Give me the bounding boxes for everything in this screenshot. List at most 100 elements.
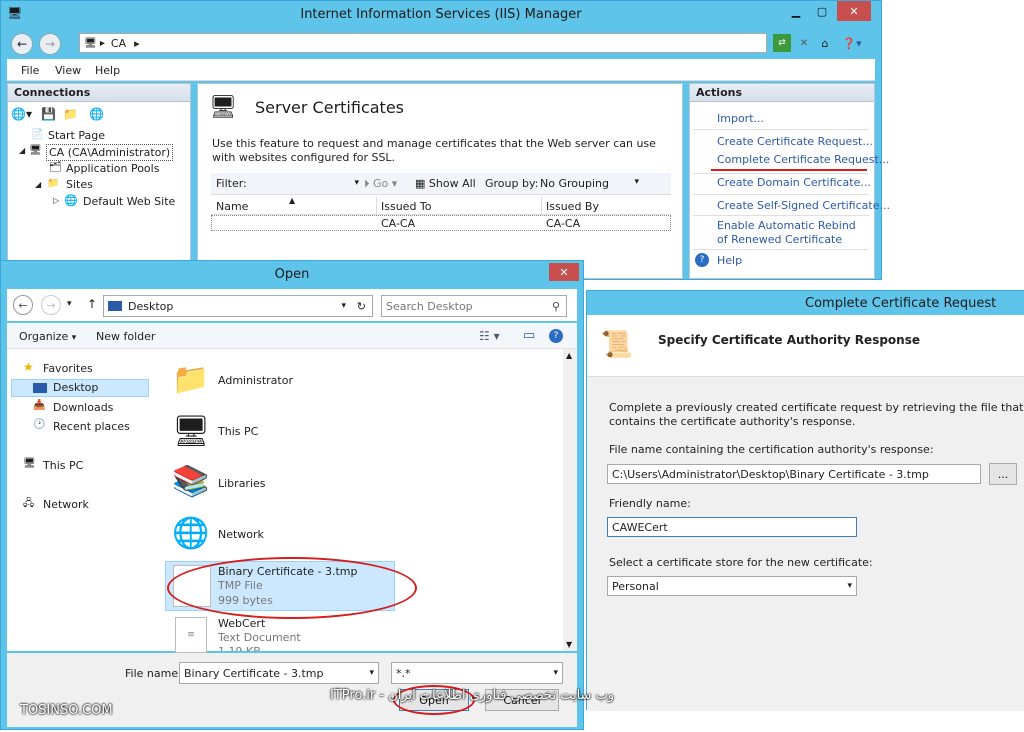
- item-webcert-name[interactable]: WebCert: [218, 617, 265, 630]
- file-list-scrollbar[interactable]: ▲ ▼: [563, 349, 577, 651]
- ccr-friendly-value: CAWECert: [612, 520, 668, 534]
- file-type-select[interactable]: *.* ▾: [391, 662, 563, 684]
- close-button[interactable]: ✕: [837, 1, 871, 21]
- help-dropdown-icon[interactable]: ❓▾: [839, 34, 865, 52]
- ccr-file-input[interactable]: C:\Users\Administrator\Desktop\Binary Ce…: [607, 464, 981, 484]
- action-import[interactable]: Import...: [717, 112, 764, 125]
- site-expand-icon[interactable]: ▷: [53, 196, 59, 205]
- network-icon: 🖧: [23, 498, 35, 509]
- feature-title: Server Certificates: [255, 98, 404, 117]
- desktop-icon: [108, 301, 122, 311]
- table-row[interactable]: [211, 215, 671, 231]
- maximize-button[interactable]: ▢: [809, 1, 835, 21]
- row-issued-to: CA-CA: [381, 217, 416, 230]
- disconnect-icon[interactable]: 🌐: [89, 107, 104, 121]
- refresh-icon[interactable]: ⇄: [773, 34, 791, 52]
- nav-favorites[interactable]: Favorites: [43, 362, 93, 375]
- nav-desktop[interactable]: Desktop: [53, 381, 98, 394]
- forward-icon[interactable]: →: [41, 295, 61, 315]
- nav-network[interactable]: Network: [43, 498, 89, 511]
- forward-icon[interactable]: →: [39, 33, 61, 55]
- menu-help[interactable]: Help: [95, 64, 120, 77]
- tree-sites[interactable]: Sites: [66, 178, 93, 191]
- tree-default-site[interactable]: Default Web Site: [83, 195, 175, 208]
- back-icon[interactable]: ←: [13, 295, 33, 315]
- item-administrator[interactable]: Administrator: [218, 374, 293, 387]
- home-icon[interactable]: ⌂: [816, 34, 834, 52]
- action-self-signed[interactable]: Create Self-Signed Certificate...: [717, 199, 890, 212]
- back-icon[interactable]: ←: [11, 33, 33, 55]
- action-help[interactable]: Help: [717, 254, 742, 267]
- action-complete-request[interactable]: Complete Certificate Request...: [717, 153, 889, 166]
- open-close-button[interactable]: ✕: [549, 263, 579, 281]
- file-name-input[interactable]: Binary Certificate - 3.tmp ▾: [179, 662, 379, 684]
- nav-downloads[interactable]: Downloads: [53, 401, 113, 414]
- address-text: CA: [110, 36, 127, 50]
- tree-start-page[interactable]: Start Page: [48, 129, 105, 142]
- item-libraries[interactable]: Libraries: [218, 477, 266, 490]
- ccr-title: Complete Certificate Request: [805, 295, 997, 311]
- col-issued-to[interactable]: Issued To: [381, 200, 432, 213]
- open-path-bar[interactable]: Desktop ▾ ↻: [103, 295, 373, 317]
- minimize-button[interactable]: ▁: [783, 1, 809, 21]
- filter-input[interactable]: ▾: [251, 175, 359, 193]
- libraries-icon: 📚: [172, 463, 210, 499]
- up-folder-icon[interactable]: 📁: [63, 107, 78, 121]
- action-create-request[interactable]: Create Certificate Request...: [717, 135, 873, 148]
- ccr-store-select[interactable]: Personal ▾: [607, 576, 857, 596]
- help-icon[interactable]: ?: [549, 329, 563, 343]
- menu-view[interactable]: View: [55, 64, 81, 77]
- browse-button[interactable]: ...: [989, 463, 1017, 485]
- refresh-icon[interactable]: ↻: [357, 300, 366, 313]
- col-issued-by[interactable]: Issued By: [546, 200, 599, 213]
- item-this-pc[interactable]: This PC: [218, 425, 258, 438]
- scroll-up-icon[interactable]: ▲: [566, 351, 572, 360]
- action-domain-cert[interactable]: Create Domain Certificate...: [717, 176, 871, 189]
- iis-menu-bar: [7, 59, 875, 81]
- col-divider: [541, 197, 542, 215]
- preview-pane-icon[interactable]: ▭: [523, 328, 535, 343]
- go-label: Go: [373, 177, 389, 190]
- menu-file[interactable]: File: [21, 64, 39, 77]
- save-icon[interactable]: 💾: [41, 107, 56, 121]
- ccr-titlebar: Complete Certificate Request: [587, 291, 1024, 315]
- chevron-down-icon: ▾: [634, 177, 639, 187]
- stop-icon[interactable]: ✕: [795, 34, 813, 52]
- scroll-down-icon[interactable]: ▼: [566, 640, 572, 649]
- recent-dropdown-icon[interactable]: ▾: [67, 299, 72, 309]
- connections-title: Connections: [8, 84, 190, 102]
- show-all-button[interactable]: ▦ Show All: [415, 177, 476, 190]
- divider: [693, 194, 869, 195]
- iis-address-bar[interactable]: 🖥 ▸ CA ▸: [79, 33, 767, 53]
- sites-expand-icon[interactable]: ◢: [35, 180, 41, 189]
- desktop-icon: [33, 383, 47, 393]
- downloads-icon: 📥: [33, 400, 46, 411]
- col-name[interactable]: Name: [216, 200, 248, 213]
- chevron-down-icon: ▾: [369, 668, 374, 678]
- item-webcert-type: Text Document: [218, 631, 301, 644]
- iis-window-title: Internet Information Services (IIS) Mana…: [300, 6, 582, 22]
- group-by-select[interactable]: No Grouping ▾: [537, 175, 641, 193]
- tree-server[interactable]: CA (CA\Administrator): [46, 144, 174, 161]
- tree-app-pools[interactable]: Application Pools: [66, 162, 159, 175]
- go-button[interactable]: ⏵ Go ▾: [364, 177, 397, 191]
- action-enable-rebind[interactable]: Enable Automatic Rebind of Renewed Certi…: [717, 219, 867, 247]
- divider: [693, 249, 869, 250]
- up-icon[interactable]: ↑: [87, 297, 97, 311]
- search-input[interactable]: Search Desktop ⚲: [381, 295, 567, 317]
- text-document-icon: ≡: [175, 617, 207, 653]
- new-folder-button[interactable]: New folder: [96, 330, 155, 343]
- star-icon: ★: [23, 360, 34, 374]
- item-network[interactable]: Network: [218, 528, 264, 541]
- iis-titlebar: 🖥 Internet Information Services (IIS) Ma…: [1, 1, 881, 27]
- nav-this-pc[interactable]: This PC: [43, 459, 83, 472]
- server-icon: 🖥 ▸: [84, 37, 105, 49]
- open-title: Open: [274, 266, 310, 282]
- ccr-friendly-input[interactable]: CAWECert: [607, 517, 857, 537]
- organize-button[interactable]: Organize ▾: [19, 330, 76, 343]
- view-options-icon[interactable]: ☷ ▾: [479, 329, 500, 343]
- nav-recent[interactable]: Recent places: [53, 420, 130, 433]
- connect-icon[interactable]: 🌐▾: [11, 107, 32, 121]
- tree-expand-icon[interactable]: ◢: [19, 146, 25, 155]
- user-folder-icon: 📁: [172, 361, 210, 397]
